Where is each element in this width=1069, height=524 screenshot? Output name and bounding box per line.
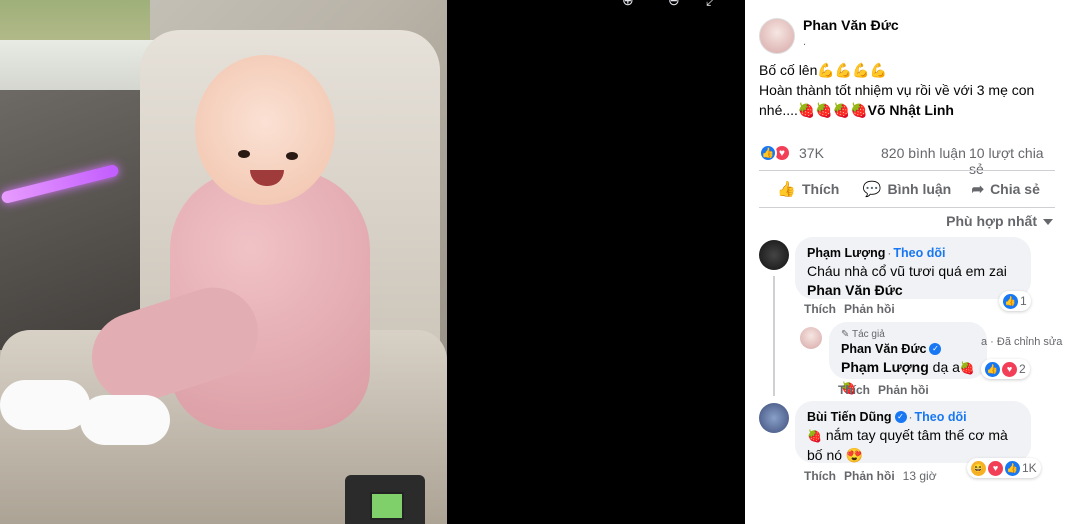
reaction-count-label: 1K xyxy=(1022,461,1037,475)
reaction-summary: 👍 ♥ 37K 820 bình luận 10 lượt chia sẻ xyxy=(759,144,1059,177)
comment-reaction-count[interactable]: 👍 ♥ 2 xyxy=(981,359,1030,379)
caret-down-icon xyxy=(1043,219,1053,226)
commenter-avatar[interactable] xyxy=(800,327,822,349)
thumbs-up-icon: 👍 xyxy=(777,181,796,198)
comment-text: Cháu nhà cổ vũ tươi quá em zai xyxy=(807,263,1007,279)
comment-label: Bình luận xyxy=(887,181,952,197)
comment-bubble: Bùi Tiến Dũng ✓ · Theo dõi 🍓 nắm tay quyết … xyxy=(795,401,1031,463)
edited-label: a · Đã chỉnh sửa xyxy=(981,336,1063,348)
comment-reaction-count[interactable]: 😆 ♥ 👍 1K xyxy=(967,458,1041,478)
haha-reaction-icon: 😆 xyxy=(971,460,986,476)
commenter-name[interactable]: Phạm Lượng xyxy=(807,246,885,260)
love-reaction-icon: ♥ xyxy=(988,460,1003,476)
comment-mention[interactable]: Phạm Lượng xyxy=(841,359,929,375)
verified-badge-icon: ✓ xyxy=(894,410,907,423)
zoom-in-icon[interactable]: ⊕ xyxy=(622,0,634,9)
tagged-user-link[interactable]: Võ Nhật Linh xyxy=(868,102,954,118)
reaction-icons[interactable]: 👍 ♥ xyxy=(759,144,793,162)
comment-meta: Thích Phản hồi xyxy=(804,302,903,316)
post-photo[interactable] xyxy=(0,0,447,524)
comment-mention[interactable]: Phan Văn Đức xyxy=(807,281,1019,300)
comment-reply-link[interactable]: Phản hồi xyxy=(844,469,895,483)
share-button[interactable]: ➦ Chia sẻ xyxy=(956,172,1055,206)
like-reaction-icon: 👍 xyxy=(1003,293,1018,309)
reactions-count[interactable]: 37K xyxy=(799,145,824,161)
comment-text: dạ a xyxy=(932,359,960,375)
photo-console-screen xyxy=(370,492,404,520)
post-meta: . xyxy=(803,36,807,48)
comment-reaction-count[interactable]: 👍 1 xyxy=(999,291,1031,311)
separator-dot: · xyxy=(887,246,892,260)
thread-line xyxy=(773,276,775,396)
strawberry-emoji-icon: 🍓 xyxy=(807,429,822,443)
divider xyxy=(759,207,1055,208)
fullscreen-icon[interactable]: ⤢ xyxy=(706,0,717,9)
comment-meta: Thích Phản hồi 13 giờ xyxy=(804,469,937,483)
reaction-count-label: 2 xyxy=(1019,362,1026,376)
like-button[interactable]: 👍 Thích xyxy=(759,172,858,206)
reaction-count-label: 1 xyxy=(1020,294,1027,308)
commenter-avatar[interactable] xyxy=(759,403,789,433)
comment-bubble: Phạm Lượng · Theo dõi Cháu nhà cổ vũ tươi … xyxy=(795,237,1031,299)
like-reaction-icon: 👍 xyxy=(1005,460,1020,476)
author-badge: ✎ Tác giả xyxy=(841,329,885,340)
share-arrow-icon: ➦ xyxy=(971,181,985,198)
comments-count[interactable]: 820 bình luận xyxy=(881,145,966,161)
author-name[interactable]: Phan Văn Đức xyxy=(803,17,899,33)
author-avatar[interactable] xyxy=(759,18,795,54)
comment-bubble-icon: 💬 xyxy=(862,181,882,198)
reply-bubble: ✎ Tác giả Phan Văn Đức ✓ Phạm Lượng dạ a🍓… xyxy=(829,322,987,395)
comment-like-link[interactable]: Thích xyxy=(804,469,836,483)
like-reaction-icon: 👍 xyxy=(985,361,1000,377)
photo-baby-sock xyxy=(80,395,170,445)
post-line-1: Bố cố lên💪💪💪💪 xyxy=(759,62,888,78)
commenter-avatar[interactable] xyxy=(759,240,789,270)
author-badge-label: Tác giả xyxy=(851,329,885,340)
comment-meta: Thích Phản hồi xyxy=(838,383,937,397)
post-details-panel: Phan Văn Đức . Bố cố lên💪💪💪💪 Hoàn thành … xyxy=(745,0,1069,524)
follow-link[interactable]: Theo dõi xyxy=(893,246,945,260)
photo-baby-eye xyxy=(286,152,298,160)
photo-baby-eye xyxy=(238,150,250,158)
edited-text: Đã chỉnh sửa xyxy=(996,336,1063,348)
sort-label: Phù hợp nhất xyxy=(946,213,1037,229)
verified-badge-icon: ✓ xyxy=(929,342,942,355)
follow-link[interactable]: Theo dõi xyxy=(915,410,967,424)
comment-sort-dropdown[interactable]: Phù hợp nhất xyxy=(946,213,1053,229)
photo-baby-sock xyxy=(0,380,90,430)
scrollbar[interactable] xyxy=(1063,0,1069,524)
comment-like-link[interactable]: Thích xyxy=(804,302,836,316)
comment-reply-link[interactable]: Phản hồi xyxy=(878,383,929,397)
commenter-name[interactable]: Bùi Tiến Dũng xyxy=(807,410,892,424)
like-label: Thích xyxy=(802,181,840,197)
love-reaction-icon: ♥ xyxy=(1002,361,1017,377)
divider xyxy=(759,170,1055,171)
comment-like-link[interactable]: Thích xyxy=(838,383,870,397)
like-reaction-icon: 👍 xyxy=(759,144,777,162)
comment-reply-link[interactable]: Phản hồi xyxy=(844,302,895,316)
comment-button[interactable]: 💬 Bình luận xyxy=(858,172,957,206)
share-label: Chia sẻ xyxy=(990,181,1040,197)
post-actions: 👍 Thích 💬 Bình luận ➦ Chia sẻ xyxy=(759,172,1055,206)
separator-dot: · xyxy=(908,410,913,424)
commenter-name[interactable]: Phan Văn Đức xyxy=(841,342,926,356)
comment-time[interactable]: 13 giờ xyxy=(903,469,937,483)
post-text: Bố cố lên💪💪💪💪 Hoàn thành tốt nhiệm vụ rồ… xyxy=(759,60,1059,120)
zoom-out-icon[interactable]: ⊖ xyxy=(668,0,680,9)
